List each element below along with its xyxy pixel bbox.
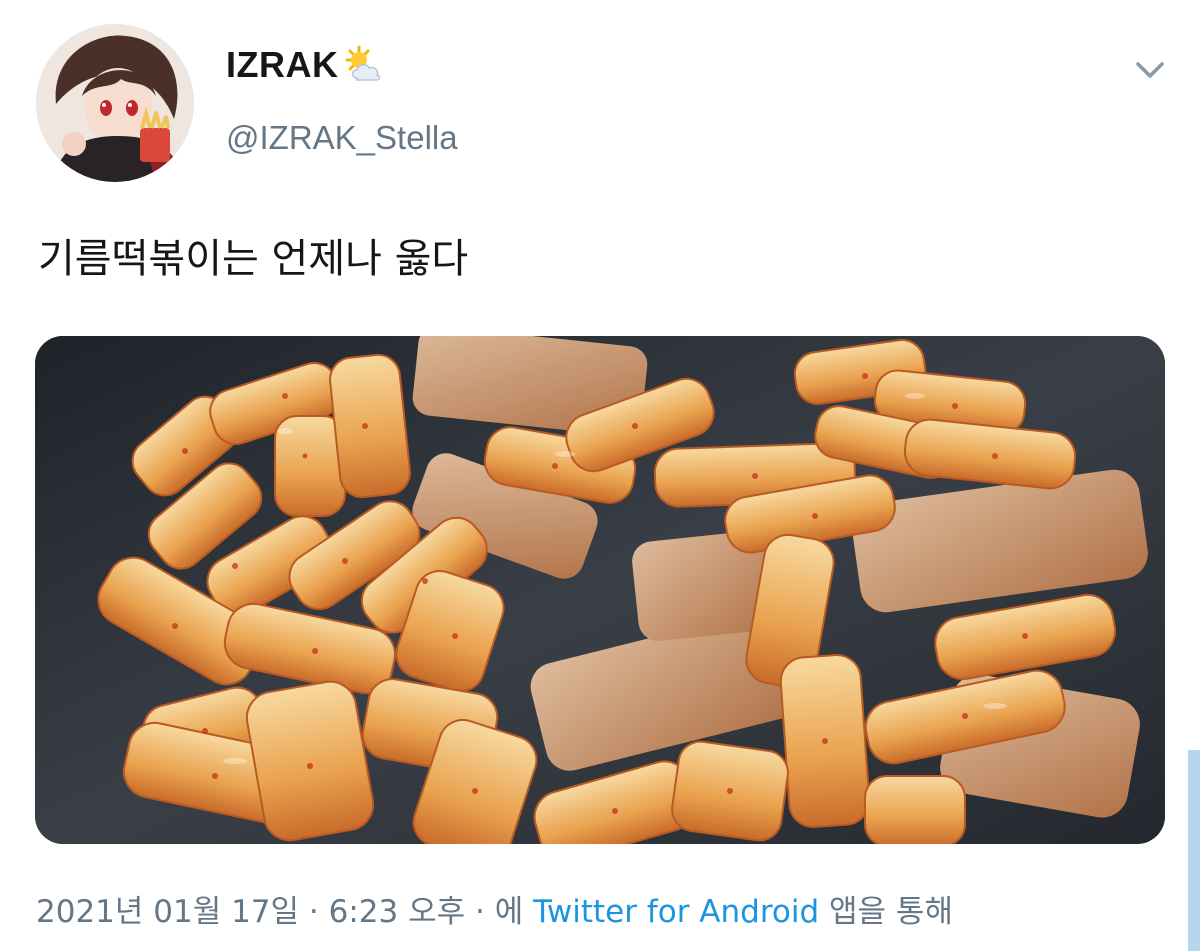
chevron-down-icon[interactable]	[1132, 52, 1168, 88]
tweet-text: 기름떡볶이는 언제나 옳다	[38, 236, 469, 282]
meta-separator: ·	[299, 894, 329, 930]
source-link[interactable]: Twitter for Android	[533, 894, 819, 930]
via-prefix: 에	[494, 894, 534, 930]
sun-behind-cloud-icon	[343, 44, 385, 86]
tweet-time[interactable]: 6:23 오후	[329, 894, 466, 930]
avatar[interactable]	[36, 24, 194, 182]
avatar-image	[36, 24, 194, 182]
photo-illustration	[35, 336, 1165, 844]
tweet-date[interactable]: 2021년 01월 17일	[36, 894, 299, 930]
tweet-photo[interactable]	[35, 336, 1165, 844]
tweet-card: IZRAK @IZRAK_Stella 기름떡볶이는 언제나 옳다 2021년 …	[0, 0, 1200, 951]
meta-separator: ·	[465, 894, 495, 930]
tweet-meta: 2021년 01월 17일 · 6:23 오후 · 에 Twitter for …	[36, 886, 953, 931]
user-handle[interactable]: @IZRAK_Stella	[226, 119, 458, 157]
display-name[interactable]: IZRAK	[226, 44, 339, 86]
scrollbar[interactable]	[1188, 750, 1200, 951]
via-suffix: 앱을 통해	[819, 894, 953, 930]
display-name-row[interactable]: IZRAK	[226, 44, 385, 86]
